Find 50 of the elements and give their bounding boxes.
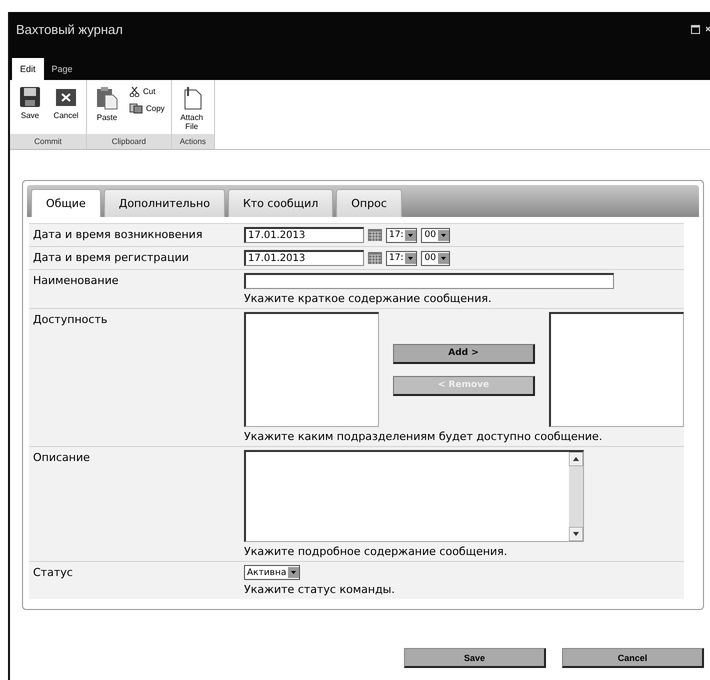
field-label: Статус (32, 565, 74, 580)
field-label: Доступность (32, 312, 108, 327)
ribbon-tab[interactable]: Page (44, 58, 81, 80)
calendar-icon[interactable] (368, 252, 382, 264)
minute-select[interactable]: 00 (421, 250, 450, 266)
cancel-ribbon-button[interactable]: Cancel (50, 84, 82, 134)
field-label: Описание (32, 450, 91, 465)
minute-select[interactable]: 00 (421, 228, 450, 242)
maximize-icon[interactable] (691, 25, 700, 34)
hour-select[interactable]: 17: (386, 228, 418, 242)
scissors-icon (129, 86, 140, 97)
save-ribbon-button[interactable]: Save (14, 84, 46, 134)
date-field[interactable]: 17.01.2013 (244, 250, 364, 266)
form-tab[interactable]: Опрос (336, 189, 402, 217)
status-select[interactable]: Активна (244, 565, 300, 580)
ribbon-group-label: Actions (172, 134, 214, 149)
attach-ribbon-button[interactable]: Attach File (176, 84, 208, 134)
save-button[interactable]: Save (404, 648, 546, 668)
description-textarea[interactable] (244, 450, 584, 542)
field-label: Дата и время регистрации (32, 250, 190, 265)
selected-list[interactable] (549, 312, 684, 427)
name-field[interactable] (244, 273, 614, 289)
field-label: Дата и время возникновения (32, 227, 204, 242)
field-hint: Укажите подробное содержание сообщения. (244, 545, 508, 558)
add-button[interactable]: Add > (393, 344, 535, 364)
scroll-down-icon[interactable] (569, 527, 583, 541)
form-tab[interactable]: Дополнительно (104, 189, 225, 217)
form-tab[interactable]: Общие (31, 189, 101, 217)
window-title: Вахтовый журнал (16, 22, 123, 37)
ribbon-tab[interactable]: Edit (12, 58, 44, 80)
calendar-icon[interactable] (368, 229, 382, 241)
copy-ribbon-button[interactable]: Copy (127, 101, 167, 116)
form-tab[interactable]: Кто сообщил (228, 189, 334, 217)
ribbon-group-label: Commit (10, 134, 86, 149)
scroll-up-icon[interactable] (569, 452, 583, 466)
ribbon-group-label: Clipboard (87, 134, 171, 149)
field-label: Наименование (32, 273, 120, 288)
close-icon (55, 86, 77, 108)
hour-select[interactable]: 17: (386, 250, 418, 266)
copy-icon (129, 103, 143, 114)
paste-ribbon-button[interactable]: Paste (91, 84, 123, 134)
field-hint: Укажите краткое содержание сообщения. (244, 292, 492, 305)
field-hint: Укажите статус команды. (244, 583, 396, 596)
available-list[interactable] (244, 312, 379, 427)
cancel-button[interactable]: Cancel (562, 648, 704, 668)
date-field[interactable]: 17.01.2013 (244, 227, 364, 243)
clipboard-icon (96, 86, 118, 110)
cut-ribbon-button[interactable]: Cut (127, 84, 167, 99)
close-icon[interactable] (706, 26, 710, 34)
field-hint: Укажите каким подразделениям будет доступно сообщение. (244, 430, 604, 443)
